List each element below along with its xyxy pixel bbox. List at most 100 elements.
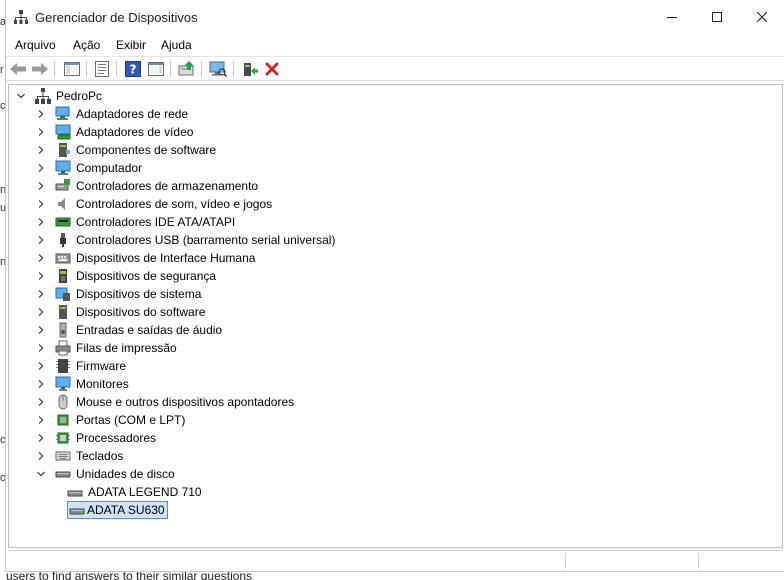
action-pane-button[interactable] bbox=[146, 60, 166, 78]
tree-category[interactable]: Dispositivos de Interface Humana bbox=[35, 249, 256, 267]
chevron-right-icon[interactable] bbox=[35, 180, 47, 192]
chevron-down-icon[interactable] bbox=[35, 468, 47, 480]
tree-category-label: Filas de impressão bbox=[76, 341, 177, 355]
menu-bar: Arquivo Ação Exibir Ajuda bbox=[6, 34, 784, 56]
menu-arquivo[interactable]: Arquivo bbox=[15, 38, 56, 52]
enable-device-button[interactable] bbox=[240, 60, 260, 78]
tree-category-label: Dispositivos de sistema bbox=[76, 287, 202, 301]
tree-category[interactable]: Processadores bbox=[35, 429, 157, 447]
tree-category-label: Adaptadores de vídeo bbox=[76, 125, 194, 139]
properties-button[interactable] bbox=[92, 60, 112, 78]
tree-category[interactable]: Computador bbox=[35, 159, 143, 177]
menu-acao[interactable]: Ação bbox=[73, 38, 100, 52]
chevron-right-icon[interactable] bbox=[35, 144, 47, 156]
tree-category-label: Portas (COM e LPT) bbox=[76, 413, 186, 427]
tree-root[interactable]: PedroPc bbox=[15, 87, 103, 105]
background-char: r bbox=[0, 64, 4, 76]
chevron-right-icon[interactable] bbox=[35, 198, 47, 210]
title-bar[interactable]: Gerenciador de Dispositivos bbox=[6, 0, 784, 34]
show-hide-tree-button[interactable] bbox=[62, 60, 82, 78]
tree-category[interactable]: Teclados bbox=[35, 447, 124, 465]
chevron-right-icon[interactable] bbox=[35, 324, 47, 336]
chevron-right-icon[interactable] bbox=[35, 360, 47, 372]
chevron-right-icon[interactable] bbox=[35, 126, 47, 138]
uninstall-device-icon bbox=[265, 62, 279, 76]
disk-device-label: ADATA SU630 bbox=[85, 501, 168, 519]
menu-ajuda[interactable]: Ajuda bbox=[161, 38, 192, 52]
minimize-icon bbox=[666, 17, 677, 18]
chevron-right-icon[interactable] bbox=[35, 450, 47, 462]
software-device-icon bbox=[55, 304, 71, 320]
storage-controller-icon bbox=[55, 178, 71, 194]
chevron-right-icon[interactable] bbox=[35, 378, 47, 390]
tree-category[interactable]: Mouse e outros dispositivos apontadores bbox=[35, 393, 295, 411]
enable-device-icon bbox=[244, 63, 258, 76]
chevron-right-icon[interactable] bbox=[35, 108, 47, 120]
forward-button[interactable] bbox=[30, 60, 50, 78]
chevron-right-icon[interactable] bbox=[35, 432, 47, 444]
network-adapter-icon bbox=[55, 106, 71, 122]
tree-category[interactable]: Monitores bbox=[35, 375, 130, 393]
port-icon bbox=[55, 412, 71, 428]
chevron-right-icon[interactable] bbox=[35, 270, 47, 282]
help-button[interactable]: ? bbox=[123, 60, 143, 78]
back-button[interactable] bbox=[8, 60, 28, 78]
tree-category[interactable]: Dispositivos do software bbox=[35, 303, 206, 321]
tree-category[interactable]: Adaptadores de rede bbox=[35, 105, 189, 123]
tree-category[interactable]: Portas (COM e LPT) bbox=[35, 411, 186, 429]
tree-category[interactable]: Adaptadores de vídeo bbox=[35, 123, 194, 141]
scan-hardware-button[interactable] bbox=[208, 60, 228, 78]
tree-category[interactable]: Firmware bbox=[35, 357, 127, 375]
ide-controller-icon bbox=[55, 214, 71, 230]
software-component-icon bbox=[55, 142, 71, 158]
disk-drive-icon bbox=[67, 501, 85, 519]
tree-category-label: Dispositivos do software bbox=[76, 305, 206, 319]
tree-category-label: Teclados bbox=[76, 449, 124, 463]
minimize-button[interactable] bbox=[649, 0, 694, 34]
tree-category[interactable]: Controladores IDE ATA/ATAPI bbox=[35, 213, 236, 231]
back-arrow-icon bbox=[10, 63, 26, 75]
tree-category[interactable]: Unidades de disco bbox=[35, 465, 176, 483]
chevron-right-icon[interactable] bbox=[35, 252, 47, 264]
tree-category[interactable]: Entradas e saídas de áudio bbox=[35, 321, 223, 339]
tree-category-label: Controladores IDE ATA/ATAPI bbox=[76, 215, 236, 229]
firmware-icon bbox=[55, 358, 71, 374]
tree-category[interactable]: Dispositivos de segurança bbox=[35, 267, 217, 285]
audio-io-icon bbox=[55, 322, 71, 338]
tree-category-label: Computador bbox=[76, 161, 143, 175]
chevron-down-icon[interactable] bbox=[15, 90, 27, 102]
tree-category[interactable]: Componentes de software bbox=[35, 141, 217, 159]
show-hide-console-tree-icon bbox=[64, 62, 80, 76]
tree-category[interactable]: Controladores USB (barramento serial uni… bbox=[35, 231, 336, 249]
display-adapter-icon bbox=[55, 124, 71, 140]
system-device-icon bbox=[55, 286, 71, 302]
scan-hardware-icon bbox=[209, 61, 227, 77]
chevron-right-icon[interactable] bbox=[35, 306, 47, 318]
tree-category[interactable]: Dispositivos de sistema bbox=[35, 285, 202, 303]
tree-category-label: Dispositivos de segurança bbox=[76, 269, 217, 283]
printer-icon bbox=[55, 340, 71, 356]
sound-icon bbox=[55, 196, 71, 212]
chevron-right-icon[interactable] bbox=[35, 414, 47, 426]
maximize-button[interactable] bbox=[694, 0, 739, 34]
tree-category[interactable]: Filas de impressão bbox=[35, 339, 178, 357]
monitor-icon bbox=[55, 376, 71, 392]
update-driver-button[interactable] bbox=[177, 60, 197, 78]
disk-device-adata-su630[interactable]: ADATA SU630 bbox=[67, 501, 168, 519]
close-button[interactable] bbox=[739, 0, 784, 34]
disk-device-adata-legend-710[interactable]: ADATA LEGEND 710 bbox=[67, 483, 203, 501]
chevron-right-icon[interactable] bbox=[35, 216, 47, 228]
chevron-right-icon[interactable] bbox=[35, 288, 47, 300]
device-tree[interactable]: PedroPc Adaptadores de rede Adaptadores d… bbox=[8, 84, 783, 548]
chevron-right-icon[interactable] bbox=[35, 162, 47, 174]
uninstall-device-button[interactable] bbox=[262, 60, 282, 78]
tree-category[interactable]: Controladores de armazenamento bbox=[35, 177, 259, 195]
chevron-right-icon[interactable] bbox=[35, 234, 47, 246]
chevron-right-icon[interactable] bbox=[35, 396, 47, 408]
chevron-right-icon[interactable] bbox=[35, 342, 47, 354]
disk-drive-icon bbox=[55, 466, 71, 482]
tree-category[interactable]: Controladores de som, vídeo e jogos bbox=[35, 195, 273, 213]
menu-exibir[interactable]: Exibir bbox=[116, 38, 146, 52]
tree-category-label: Componentes de software bbox=[76, 143, 217, 157]
tree-root-label: PedroPc bbox=[56, 89, 103, 103]
